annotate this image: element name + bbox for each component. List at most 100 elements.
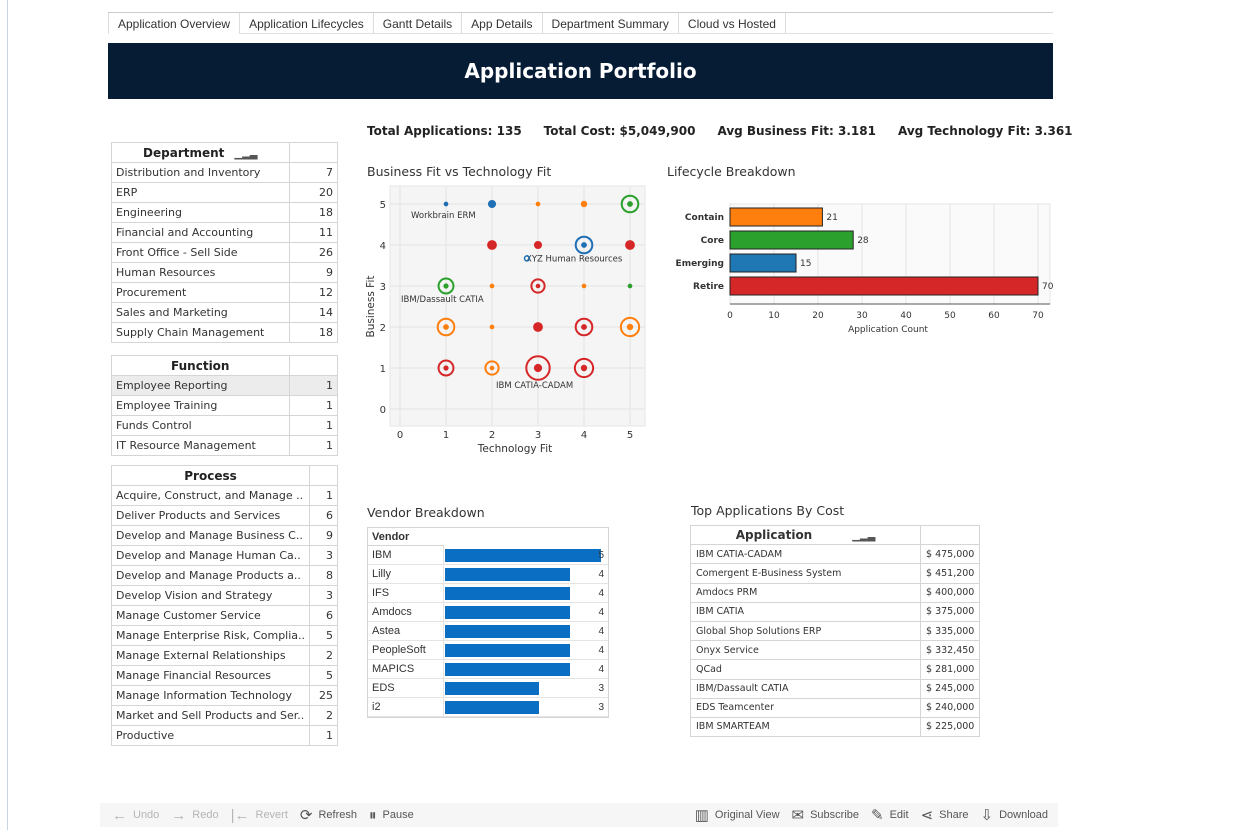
vendor-row[interactable]: IFS 4: [368, 584, 608, 603]
department-name[interactable]: ERP: [111, 182, 290, 203]
pause-button[interactable]: ⏸ Pause: [369, 807, 414, 824]
function-row[interactable]: Employee Reporting 1: [111, 375, 339, 396]
application-name[interactable]: IBM CATIA-CADAM: [690, 544, 921, 565]
process-row[interactable]: Market and Sell Products and Ser.. 2: [110, 705, 338, 726]
tab-application-lifecycles[interactable]: Application Lifecycles: [240, 13, 374, 34]
edit-button[interactable]: ✎ Edit: [871, 806, 909, 824]
tab-cloud-vs-hosted[interactable]: Cloud vs Hosted: [679, 13, 786, 34]
process-name[interactable]: Manage Enterprise Risk, Complia..: [110, 625, 311, 646]
vendor-row[interactable]: Lilly 4: [368, 565, 608, 584]
department-name[interactable]: Financial and Accounting: [111, 222, 290, 243]
share-button[interactable]: ⋖ Share: [921, 806, 969, 824]
process-row[interactable]: Manage External Relationships 2: [110, 645, 338, 666]
function-header[interactable]: Function: [111, 355, 290, 376]
topapps-row[interactable]: Onyx Service $ 332,450: [690, 640, 981, 661]
business-vs-technology-scatter[interactable]: 0 1 2 3 4 5 0 1 2 3 4 5 Technology Fit Business Fit Wo…: [360, 182, 660, 458]
department-row[interactable]: ERP 20: [111, 182, 339, 203]
vendor-bar[interactable]: [445, 643, 570, 657]
department-name[interactable]: Front Office - Sell Side: [111, 242, 290, 263]
process-name[interactable]: Manage Information Technology: [110, 685, 311, 706]
process-name[interactable]: Develop and Manage Human Ca..: [110, 545, 311, 566]
redo-button[interactable]: → Redo: [171, 807, 218, 824]
department-row[interactable]: Sales and Marketing 14: [111, 302, 339, 323]
sort-icon[interactable]: ▁▂▃: [852, 531, 875, 542]
process-name[interactable]: Productive: [110, 725, 311, 746]
department-row[interactable]: Distribution and Inventory 7: [111, 162, 339, 183]
vendor-bar[interactable]: [445, 681, 539, 695]
vendor-bar[interactable]: [445, 567, 570, 581]
function-row[interactable]: Employee Training 1: [111, 395, 339, 416]
department-name[interactable]: Engineering: [111, 202, 290, 223]
process-row[interactable]: Develop and Manage Human Ca.. 3: [110, 545, 338, 566]
department-header[interactable]: Department ▁▂▃: [111, 142, 290, 163]
tab-app-details[interactable]: App Details: [462, 13, 543, 34]
function-name[interactable]: IT Resource Management: [111, 435, 290, 456]
process-row[interactable]: Acquire, Construct, and Manage .. 1: [110, 485, 338, 506]
process-row[interactable]: Manage Customer Service 6: [110, 605, 338, 626]
vendor-bar[interactable]: [445, 624, 570, 638]
department-row[interactable]: Financial and Accounting 11: [111, 222, 339, 243]
process-row[interactable]: Manage Enterprise Risk, Complia.. 5: [110, 625, 338, 646]
function-row[interactable]: IT Resource Management 1: [111, 435, 339, 456]
process-row[interactable]: Develop Vision and Strategy 3: [110, 585, 338, 606]
function-name[interactable]: Funds Control: [111, 415, 290, 436]
vendor-row[interactable]: Amdocs 4: [368, 603, 608, 622]
tab-gantt-details[interactable]: Gantt Details: [374, 13, 463, 34]
undo-button[interactable]: ← Undo: [112, 807, 159, 824]
function-name[interactable]: Employee Reporting: [111, 375, 290, 396]
vendor-header[interactable]: Vendor: [368, 528, 444, 546]
department-row[interactable]: Front Office - Sell Side 26: [111, 242, 339, 263]
vendor-row[interactable]: Astea 4: [368, 622, 608, 641]
application-name[interactable]: IBM/Dassault CATIA: [690, 678, 921, 699]
vendor-bar[interactable]: [445, 605, 570, 619]
topapps-row[interactable]: IBM/Dassault CATIA $ 245,000: [690, 678, 981, 699]
vendor-bar[interactable]: [445, 586, 570, 600]
process-row[interactable]: Productive 1: [110, 725, 338, 746]
function-row[interactable]: Funds Control 1: [111, 415, 339, 436]
process-name[interactable]: Manage External Relationships: [110, 645, 311, 666]
lifecycle-bar[interactable]: [729, 276, 1039, 296]
sort-icon[interactable]: ▁▂▃: [234, 149, 257, 160]
application-name[interactable]: EDS Teamcenter: [690, 697, 921, 718]
application-name[interactable]: IBM CATIA: [690, 601, 921, 622]
lifecycle-bar[interactable]: [729, 230, 854, 250]
vendor-bar[interactable]: [445, 548, 601, 562]
process-row[interactable]: Develop and Manage Products a.. 8: [110, 565, 338, 586]
process-row[interactable]: Manage Financial Resources 5: [110, 665, 338, 686]
original-view-button[interactable]: ▥ Original View: [695, 806, 780, 824]
vendor-row[interactable]: PeopleSoft 4: [368, 641, 608, 660]
vendor-row[interactable]: i2 3: [368, 698, 608, 717]
topapps-row[interactable]: Comergent E-Business System $ 451,200: [690, 563, 981, 584]
revert-button[interactable]: |← Revert: [231, 807, 288, 824]
process-header[interactable]: Process: [110, 465, 311, 486]
refresh-button[interactable]: ⟳ Refresh: [300, 806, 357, 824]
department-row[interactable]: Engineering 18: [111, 202, 339, 223]
process-name[interactable]: Acquire, Construct, and Manage ..: [110, 485, 311, 506]
process-name[interactable]: Market and Sell Products and Ser..: [110, 705, 311, 726]
topapps-row[interactable]: IBM CATIA $ 375,000: [690, 601, 981, 622]
application-name[interactable]: Onyx Service: [690, 640, 921, 661]
application-header[interactable]: Application ▁▂▃: [690, 524, 921, 546]
vendor-row[interactable]: MAPICS 4: [368, 660, 608, 679]
department-name[interactable]: Supply Chain Management: [111, 322, 290, 343]
process-name[interactable]: Develop Vision and Strategy: [110, 585, 311, 606]
process-row[interactable]: Manage Information Technology 25: [110, 685, 338, 706]
download-button[interactable]: ⇩ Download: [981, 806, 1049, 824]
lifecycle-bar[interactable]: [729, 207, 823, 227]
tab-application-overview[interactable]: Application Overview: [108, 13, 241, 34]
application-name[interactable]: IBM SMARTEAM: [690, 716, 921, 738]
vendor-row[interactable]: IBM 5: [368, 546, 608, 565]
process-name[interactable]: Manage Financial Resources: [110, 665, 311, 686]
department-name[interactable]: Human Resources: [111, 262, 290, 283]
function-name[interactable]: Employee Training: [111, 395, 290, 416]
application-name[interactable]: Global Shop Solutions ERP: [690, 620, 921, 642]
process-name[interactable]: Develop and Manage Products a..: [110, 565, 311, 586]
topapps-row[interactable]: Amdocs PRM $ 400,000: [690, 582, 981, 603]
process-name[interactable]: Develop and Manage Business C..: [110, 525, 311, 546]
vendor-bar[interactable]: [445, 662, 570, 676]
process-name[interactable]: Manage Customer Service: [110, 605, 311, 626]
subscribe-button[interactable]: ✉ Subscribe: [792, 806, 860, 824]
application-name[interactable]: Comergent E-Business System: [690, 563, 921, 584]
department-row[interactable]: Supply Chain Management 18: [111, 322, 339, 343]
department-name[interactable]: Procurement: [111, 282, 290, 303]
